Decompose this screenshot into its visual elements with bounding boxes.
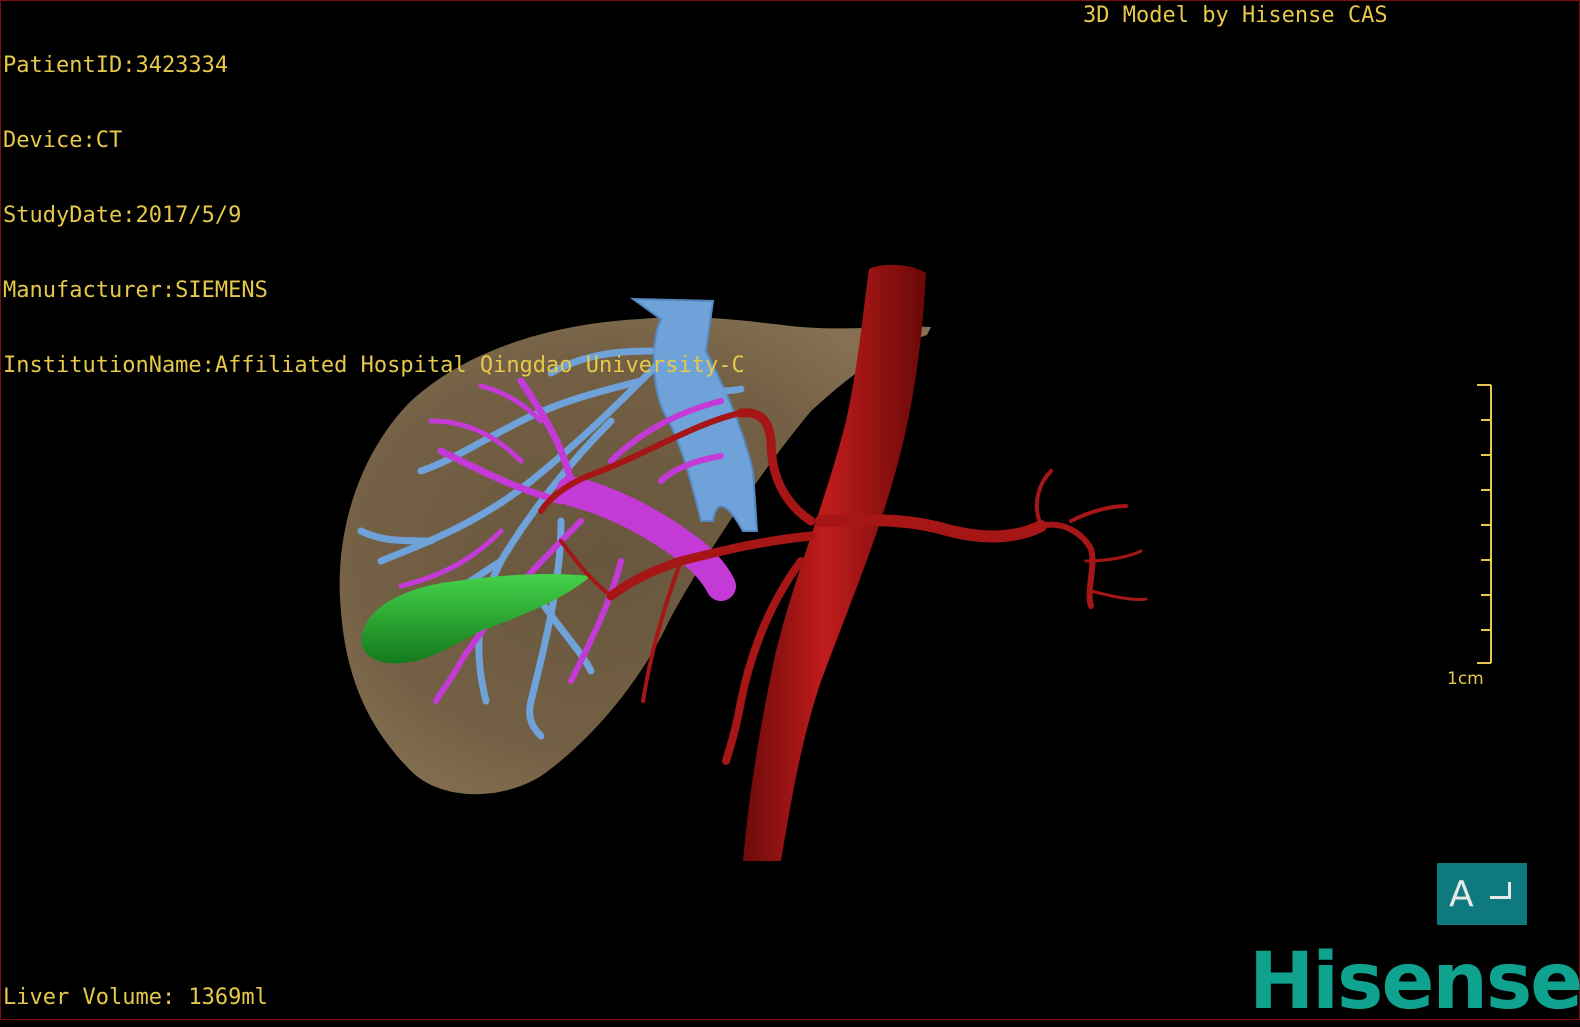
orientation-cube-icon[interactable]: A (1437, 863, 1527, 925)
study-date-text: StudyDate:2017/5/9 (3, 203, 242, 228)
scale-bar-label: 1cm (1447, 669, 1484, 689)
3d-viewport[interactable]: PatientID:3423334 Device:CT StudyDate:20… (0, 0, 1580, 1027)
orientation-corner-glyph (1489, 881, 1511, 899)
device-text: Device:CT (3, 128, 123, 153)
patient-info-overlay: PatientID:3423334 Device:CT StudyDate:20… (3, 3, 745, 428)
orientation-label: A (1449, 873, 1474, 915)
manufacturer-text: Manufacturer:SIEMENS (3, 278, 268, 303)
scale-bar (1477, 384, 1492, 664)
vendor-label: 3D Model by Hisense CAS (1083, 3, 1388, 28)
liver-volume-text: Liver Volume: 1369ml (3, 985, 268, 1010)
hisense-logo: Hisense (1249, 937, 1580, 1027)
institution-text: InstitutionName:Affiliated Hospital Qing… (3, 353, 745, 378)
patient-id-text: PatientID:3423334 (3, 53, 229, 78)
